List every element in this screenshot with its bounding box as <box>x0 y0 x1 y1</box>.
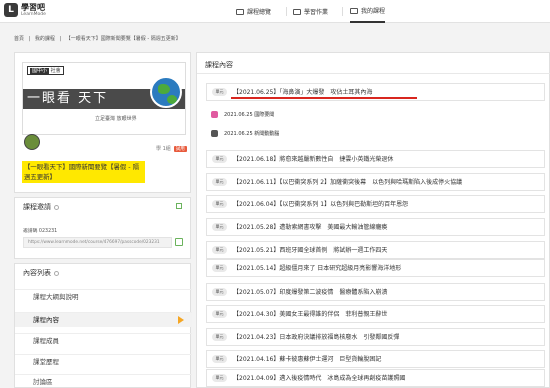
breadcrumb-home[interactable]: 首頁 <box>14 36 24 42</box>
unit-title: 【2021.05.07】印度爆發第二波疫情 醫療體系陷入崩潰 <box>233 289 388 296</box>
content-list-card: 內容列表 課程大綱與說明 課程內容 課程成員 課堂歷程 討論區 <box>14 263 192 388</box>
unit-row[interactable]: 單元 【2021.04.16】蘇卡彼惠蘇伊士運河 巨型貨輪脫困記 <box>206 350 545 368</box>
unit-pill: 單元 <box>212 200 227 208</box>
copy-icon[interactable] <box>175 238 183 246</box>
member-count: 學 1組 <box>156 146 171 152</box>
nav-label: 課程總覽 <box>247 9 272 16</box>
unit-row[interactable]: 單元 【2021.06.04】【以巴衝突系列 1】以色列與巴勒斯坦的百年恩怨 <box>206 195 545 213</box>
course-meta: 學 1組 試用 <box>156 145 187 152</box>
unit-row[interactable]: 單元 【2021.05.28】遭勒索網書攻擊 美國最大輸油管線癱瘓 <box>206 218 545 236</box>
expand-icon[interactable] <box>176 203 182 209</box>
invite-heading: 課程邀請 <box>23 202 59 212</box>
unit-row[interactable]: 單元 【2021.05.07】印度爆發第二波疫情 醫療體系陷入崩潰 <box>206 283 545 301</box>
unit-title: 【2021.06.04】【以巴衝突系列 1】以色列與巴勒斯坦的百年恩怨 <box>233 201 409 208</box>
invite-url-field[interactable]: https://www.learnmode.net/course/476697/… <box>23 237 172 248</box>
unit-title: 【2021.05.28】遭勒索網書攻擊 美國最大輸油管線癱瘓 <box>233 224 388 231</box>
unit-title: 【2021.05.14】超級僵月來了 日本研究超級月亮影響海洋地形 <box>233 265 402 272</box>
content-list-heading: 內容列表 <box>23 268 59 278</box>
course-icon <box>350 7 358 14</box>
unit-pill: 單元 <box>212 288 227 296</box>
content-heading: 課程內容 <box>205 61 233 69</box>
unit-pill: 單元 <box>212 88 227 96</box>
unit-pill: 單元 <box>212 246 227 254</box>
invite-card: 課程邀請 邀請碼 023231 https://www.learnmode.ne… <box>14 197 191 259</box>
info-icon[interactable] <box>54 270 59 276</box>
logo-name: 學習吧 <box>21 3 45 12</box>
menu-syllabus[interactable]: 課程大綱與說明 <box>15 289 192 304</box>
unit-pill: 單元 <box>212 355 227 363</box>
menu-discussion[interactable]: 討論區 <box>15 374 192 388</box>
nav-my-courses[interactable]: 我的課程 <box>350 0 386 23</box>
breadcrumb: 首頁 | 我的課程 | 【一眼看天下】國際新聞要覽【暑假 - 隔週五更新】 <box>0 34 550 45</box>
unit-pill: 單元 <box>212 333 227 341</box>
app-logo[interactable]: L 學習吧 LearnMode <box>4 3 46 17</box>
nav-course-overview[interactable]: 課程總覽 <box>236 0 271 23</box>
breadcrumb-sep: | <box>28 36 31 42</box>
unit-row[interactable]: 單元 【2021.04.30】美國女王最得誰的伴侶 菲利普親王辭世 <box>206 305 545 323</box>
unit-title: 【2021.04.09】邁入後疫情時代 冰島成為全球再創疫苗護照國 <box>233 375 406 382</box>
unit-pill: 單元 <box>212 223 227 231</box>
unit-title: 【2021.05.21】西班牙國全球首例 將試辦一週工作四天 <box>233 247 388 254</box>
course-card: 國中小 社會 一眼看 天下 立足臺灣 放眼世界 學 1組 試用 【一眼看天下】國… <box>14 52 191 193</box>
content-panel: 課程內容 單元 【2021.06.25】「海鼻演」大爆發 攻佔土耳其內海 202… <box>196 52 550 388</box>
news-icon <box>211 110 218 118</box>
unit-title: 【2021.06.18】將愈來越嚴新數性自 捷雲小英鐵光榮退休 <box>233 156 394 163</box>
active-arrow-icon <box>178 316 184 324</box>
unit-title: 【2021.06.11】【以巴衝突系列 2】加薩衝突後幕 以色列與哈瑪斯陷入後成… <box>233 179 463 186</box>
breadcrumb-course: 【一眼看天下】國際新聞要覽【暑假 - 隔週五更新】 <box>65 36 181 42</box>
unit-pill: 單元 <box>212 155 227 163</box>
clipboard-icon <box>293 8 301 15</box>
course-banner: 國中小 社會 一眼看 天下 立足臺灣 放眼世界 <box>22 62 186 135</box>
logo-sub: LearnMode <box>21 12 46 17</box>
unit-row[interactable]: 單元 【2021.04.09】邁入後疫情時代 冰島成為全球再創疫苗護照國 <box>206 369 545 387</box>
breadcrumb-my-courses[interactable]: 我的課程 <box>35 36 55 42</box>
info-icon[interactable] <box>54 204 59 210</box>
top-navbar: L 學習吧 LearnMode 課程總覽 學習作業 我的課程 <box>0 0 550 23</box>
unit-row[interactable]: 單元 【2021.06.25】「海鼻演」大爆發 攻佔土耳其內海 <box>206 83 545 101</box>
unit-title: 【2021.04.30】美國女王最得誰的伴侶 菲利普親王辭世 <box>233 311 388 318</box>
unit-pill: 單元 <box>212 374 227 382</box>
course-tag: 國中小 社會 <box>27 66 64 75</box>
nav-label: 學習作業 <box>304 9 329 16</box>
sub-item[interactable]: 2021.06.25 新聞動動腦 <box>211 127 279 139</box>
trial-badge: 試用 <box>173 145 187 152</box>
unit-title: 【2021.04.23】日本政府決議排放福島核廢水 引發鄰國反彈 <box>233 334 400 341</box>
unit-pill: 單元 <box>212 178 227 186</box>
book-icon <box>236 8 244 15</box>
unit-row[interactable]: 單元 【2021.04.23】日本政府決議排放福島核廢水 引發鄰國反彈 <box>206 328 545 346</box>
logo-icon: L <box>4 3 18 17</box>
nav-assignments[interactable]: 學習作業 <box>293 0 328 23</box>
unit-row[interactable]: 單元 【2021.06.11】【以巴衝突系列 2】加薩衝突後幕 以色列與哈瑪斯陷入… <box>206 173 545 191</box>
sub-item[interactable]: 2021.06.25 國際要聞 <box>211 108 274 120</box>
highlight-underline <box>231 97 417 99</box>
invite-code: 邀請碼 023231 <box>23 229 58 234</box>
unit-pill: 單元 <box>212 310 227 318</box>
banner-subtitle: 立足臺灣 放眼世界 <box>95 115 137 122</box>
teacher-avatar[interactable] <box>24 134 40 150</box>
unit-row[interactable]: 單元 【2021.05.21】西班牙國全球首例 將試辦一週工作四天 <box>206 241 545 259</box>
unit-pill: 單元 <box>212 264 227 272</box>
unit-row[interactable]: 單元 【2021.05.14】超級僵月來了 日本研究超級月亮影響海洋地形 <box>206 259 545 277</box>
course-title: 【一眼看天下】國際新聞要覽【暑假 - 隔週五更新】 <box>22 161 145 183</box>
menu-course-content[interactable]: 課程內容 <box>15 312 192 327</box>
breadcrumb-sep: | <box>59 36 62 42</box>
menu-members[interactable]: 課程成員 <box>15 333 192 348</box>
unit-title: 【2021.04.16】蘇卡彼惠蘇伊士運河 巨型貨輪脫困記 <box>233 356 382 363</box>
globe-icon <box>150 76 182 108</box>
quiz-icon <box>211 129 218 137</box>
menu-history[interactable]: 課堂歷程 <box>15 354 192 369</box>
unit-row[interactable]: 單元 【2021.06.18】將愈來越嚴新數性自 捷雲小英鐵光榮退休 <box>206 150 545 168</box>
nav-label: 我的課程 <box>361 8 386 15</box>
